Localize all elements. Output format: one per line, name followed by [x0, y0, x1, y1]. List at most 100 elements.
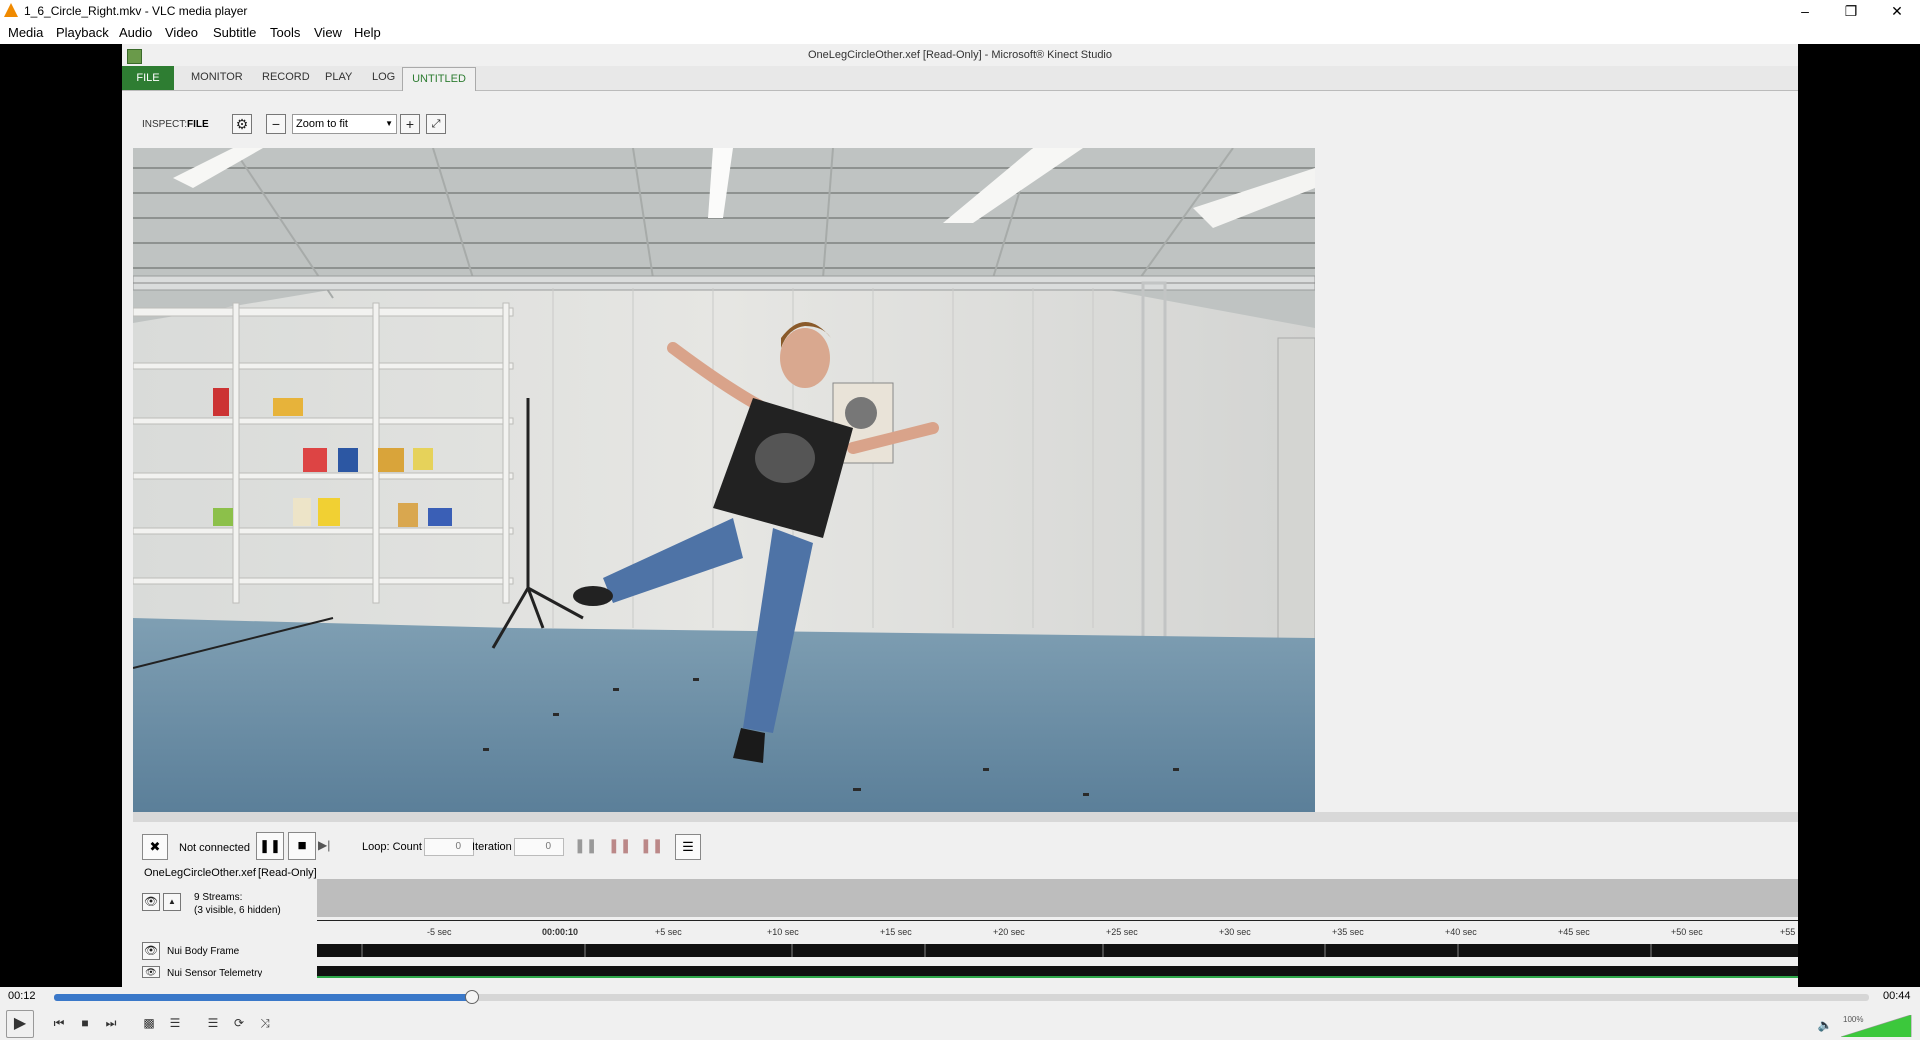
- kinect-title-bar: OneLegCircleOther.xef [Read-Only] - Micr…: [122, 44, 1798, 66]
- track-marker: [1649, 944, 1652, 957]
- menu-media[interactable]: Media: [8, 25, 43, 40]
- menu-view[interactable]: View: [314, 25, 342, 40]
- time-elapsed: 00:12: [8, 990, 36, 1002]
- time-total: 00:44: [1883, 990, 1911, 1002]
- tick-label: +35 sec: [1332, 927, 1364, 937]
- menu-video[interactable]: Video: [165, 25, 198, 40]
- streams-count: 9 Streams:: [194, 892, 243, 903]
- inspect-label: INSPECT:: [142, 119, 188, 130]
- tick-label: +40 sec: [1445, 927, 1477, 937]
- vlc-title-bar: 1_6_Circle_Right.mkv - VLC media player …: [0, 0, 1920, 22]
- play-button[interactable]: ▶: [6, 1010, 34, 1038]
- pause-button[interactable]: ❚❚: [256, 832, 284, 860]
- tab-monitor[interactable]: MONITOR: [191, 71, 243, 83]
- tick-label: +10 sec: [767, 927, 799, 937]
- pause-marker-icon[interactable]: ❚❚: [574, 837, 597, 854]
- tab-file[interactable]: FILE: [122, 66, 174, 90]
- tab-play[interactable]: PLAY: [325, 71, 352, 83]
- window-title: 1_6_Circle_Right.mkv - VLC media player: [24, 4, 248, 18]
- room-scene-image: [133, 148, 1315, 812]
- vlc-cone-icon: [4, 3, 18, 17]
- iteration-input: 0: [514, 838, 564, 856]
- stream-track[interactable]: [317, 966, 1798, 978]
- track-marker: [583, 944, 586, 957]
- stop-icon[interactable]: ■: [74, 1012, 96, 1034]
- timeline-ruler[interactable]: -5 sec 00:00:10 +5 sec +10 sec +15 sec +…: [317, 920, 1798, 939]
- extended-settings-icon[interactable]: ☰: [164, 1012, 186, 1034]
- menu-help[interactable]: Help: [354, 25, 381, 40]
- kinect-app-icon: [127, 49, 142, 64]
- menu-playback[interactable]: Playback: [56, 25, 109, 40]
- minimize-button[interactable]: –: [1782, 0, 1828, 22]
- track-marker: [1457, 944, 1460, 957]
- restore-button[interactable]: ❐: [1828, 0, 1874, 22]
- stop-button[interactable]: ■: [288, 832, 316, 860]
- tick-label: +50 sec: [1671, 927, 1703, 937]
- zoom-select[interactable]: Zoom to fit ▼: [292, 114, 397, 134]
- track-marker: [924, 944, 927, 957]
- playlist-icon[interactable]: ☰: [202, 1012, 224, 1034]
- zoom-select-value: Zoom to fit: [296, 118, 348, 130]
- eye-icon[interactable]: 👁: [142, 966, 160, 978]
- loop-count-input[interactable]: 0: [424, 838, 474, 856]
- tab-untitled[interactable]: UNTITLED: [402, 67, 476, 91]
- track-name: Nui Body Frame: [167, 946, 240, 957]
- track-marker: [1101, 944, 1104, 957]
- speaker-icon[interactable]: 🔈: [1814, 1014, 1836, 1036]
- tick-label: +45 sec: [1558, 927, 1590, 937]
- previous-icon[interactable]: ⏮: [48, 1012, 70, 1034]
- iteration-label: Iteration: [472, 841, 512, 853]
- zoom-in-button[interactable]: +: [400, 114, 420, 134]
- loop-icon[interactable]: ⟳: [228, 1012, 250, 1034]
- connect-plug-icon[interactable]: ✖: [142, 834, 168, 860]
- menu-bar: Media Playback Audio Video Subtitle Tool…: [0, 22, 1920, 44]
- file-name: OneLegCircleOther.xef: [144, 867, 256, 879]
- tick-label: +30 sec: [1219, 927, 1251, 937]
- close-button[interactable]: ✕: [1874, 0, 1920, 22]
- zoom-out-button[interactable]: −: [266, 114, 286, 134]
- next-icon[interactable]: ⏭: [100, 1012, 122, 1034]
- eye-icon[interactable]: 👁: [142, 942, 160, 960]
- list-icon[interactable]: ☰: [675, 834, 701, 860]
- chevron-down-icon: ▼: [385, 119, 393, 128]
- menu-subtitle[interactable]: Subtitle: [213, 25, 256, 40]
- step-forward-icon[interactable]: ▶|: [318, 838, 330, 852]
- inspect-value: FILE: [187, 119, 209, 130]
- settings-gear-icon[interactable]: ⚙: [232, 114, 252, 134]
- fullscreen-icon[interactable]: ⤢: [426, 114, 446, 134]
- tick-label: -5 sec: [427, 927, 452, 937]
- tick-label: +55: [1780, 927, 1796, 937]
- shuffle-icon[interactable]: ⤨: [254, 1012, 276, 1034]
- menu-tools[interactable]: Tools: [270, 25, 300, 40]
- color-frame-view: [133, 148, 1315, 812]
- track-marker: [361, 944, 364, 957]
- streams-visibility: (3 visible, 6 hidden): [194, 905, 281, 916]
- eye-icon[interactable]: 👁: [142, 893, 160, 911]
- kinect-window-title: OneLegCircleOther.xef [Read-Only] - Micr…: [807, 49, 1112, 61]
- timeline-header[interactable]: [317, 879, 1798, 917]
- seek-progress: [54, 994, 471, 1001]
- collapse-icon[interactable]: ▲: [163, 893, 181, 911]
- tab-record[interactable]: RECORD: [262, 71, 310, 83]
- volume-slider[interactable]: [1841, 1015, 1918, 1037]
- seek-handle[interactable]: [465, 990, 479, 1004]
- connection-status: Not connected: [179, 842, 250, 854]
- add-marker-icon[interactable]: ❚❚: [608, 837, 631, 854]
- tick-label: +25 sec: [1106, 927, 1138, 937]
- tick-label: 00:00:10: [542, 927, 579, 937]
- track-name: Nui Sensor Telemetry: [167, 968, 263, 977]
- tick-label: +15 sec: [880, 927, 912, 937]
- tab-log[interactable]: LOG: [372, 71, 395, 83]
- vlc-controls: [0, 1007, 1920, 1040]
- loop-label: Loop: Count: [362, 841, 422, 853]
- horizontal-scrollbar[interactable]: [133, 812, 1798, 822]
- remove-marker-icon[interactable]: ❚❚: [640, 837, 663, 854]
- file-readonly: [Read-Only]: [258, 867, 317, 879]
- track-marker: [1324, 944, 1327, 957]
- fullscreen-toggle-icon[interactable]: ▩: [138, 1012, 160, 1034]
- menu-audio[interactable]: Audio: [119, 25, 152, 40]
- tick-label: +20 sec: [993, 927, 1025, 937]
- tick-label: +5 sec: [655, 927, 682, 937]
- kinect-studio-window: OneLegCircleOther.xef [Read-Only] - Micr…: [122, 44, 1798, 987]
- stream-track[interactable]: [317, 944, 1798, 957]
